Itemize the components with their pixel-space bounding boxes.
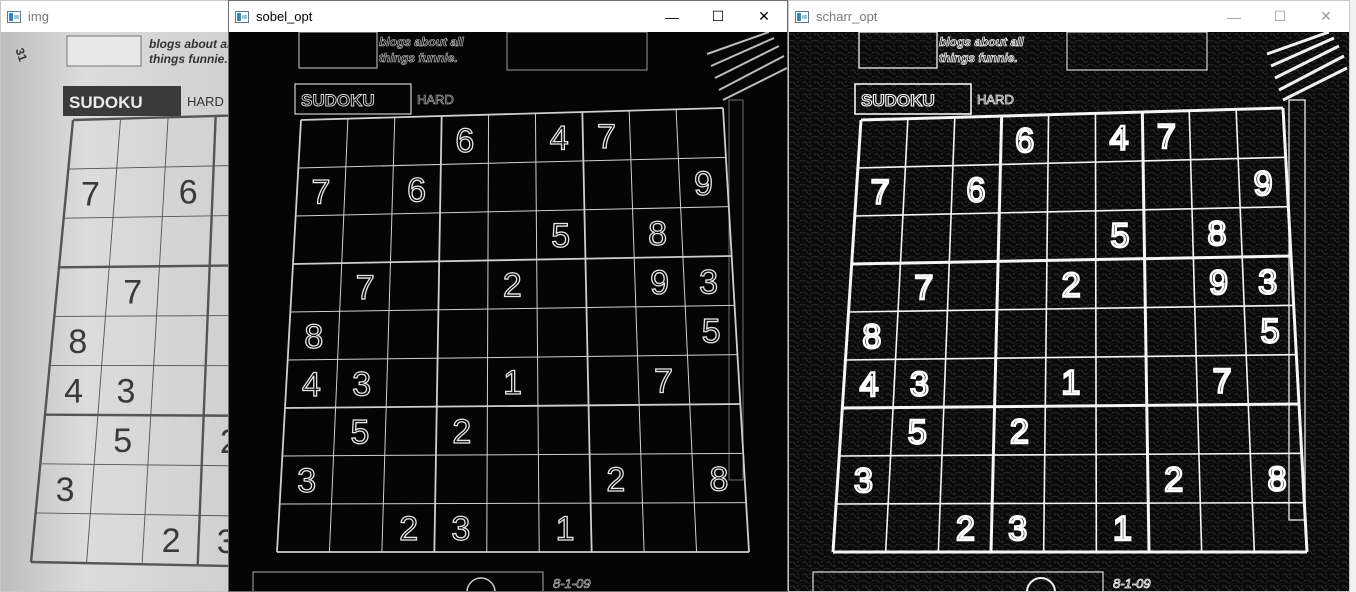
sudoku-digit: 5 xyxy=(551,217,570,255)
titlebar-sobel-opt[interactable]: sobel_opt — ☐ ✕ xyxy=(229,1,787,32)
window-title: sobel_opt xyxy=(256,9,313,24)
sudoku-digit: 3 xyxy=(451,510,470,548)
sudoku-digit: 8 xyxy=(68,323,87,361)
sudoku-digit: 8 xyxy=(304,318,323,356)
sudoku-digit: 3 xyxy=(854,462,873,500)
close-button[interactable]: ✕ xyxy=(741,1,787,32)
sudoku-digit: 5 xyxy=(1261,313,1280,351)
sudoku-digit: 3 xyxy=(56,471,75,509)
sudoku-digit: 2 xyxy=(452,413,471,451)
sudoku-digit: 6 xyxy=(407,171,426,209)
sudoku-digit: 7 xyxy=(356,269,375,307)
sudoku-digit: 7 xyxy=(123,274,142,312)
sudoku-digit: 4 xyxy=(1110,119,1129,157)
sudoku-digit: 5 xyxy=(113,422,132,460)
sudoku-digit: 7 xyxy=(1213,362,1232,400)
difficulty-label: HARD xyxy=(417,92,454,107)
sudoku-digit: 1 xyxy=(503,364,522,402)
sudoku-digit: 4 xyxy=(550,119,569,157)
date-label: 8-1-09 xyxy=(1113,576,1151,591)
window-title: scharr_opt xyxy=(816,9,878,24)
image-view-sobel: blogs about all things funnie. SUDOKU HA… xyxy=(229,32,787,591)
sudoku-digit: 6 xyxy=(967,171,986,209)
window-scharr-opt[interactable]: scharr_opt — ☐ ✕ blogs about all things … xyxy=(788,0,1350,592)
titlebar-scharr-opt[interactable]: scharr_opt — ☐ ✕ xyxy=(789,1,1349,32)
window-sobel-opt[interactable]: sobel_opt — ☐ ✕ blogs about all things f… xyxy=(228,0,788,592)
sudoku-digit: 7 xyxy=(914,269,933,307)
app-icon xyxy=(795,10,809,23)
sudoku-header: SUDOKU xyxy=(861,91,935,110)
sudoku-digit: 2 xyxy=(606,461,625,499)
sudoku-digit: 7 xyxy=(311,174,330,212)
blog-line-2: things funnie. xyxy=(149,52,228,66)
sudoku-header: SUDOKU xyxy=(301,91,375,110)
blog-line-1: blogs about all xyxy=(939,35,1024,49)
maximize-button[interactable]: ☐ xyxy=(1257,1,1303,32)
minimize-button[interactable]: — xyxy=(649,1,695,32)
sudoku-digit: 8 xyxy=(648,215,667,253)
difficulty-label: HARD xyxy=(977,92,1014,107)
sudoku-digit: 3 xyxy=(910,365,929,403)
titlebar-img[interactable]: img xyxy=(1,1,239,32)
app-icon xyxy=(7,10,21,23)
sudoku-digit: 1 xyxy=(1061,364,1080,402)
minimize-button[interactable]: — xyxy=(1211,1,1257,32)
sudoku-digit: 4 xyxy=(64,372,83,410)
blog-line-1: blogs about all xyxy=(379,35,464,49)
sudoku-digit: 8 xyxy=(709,460,728,498)
sudoku-digit: 6 xyxy=(179,174,198,212)
sudoku-digit: 8 xyxy=(1268,460,1287,498)
image-view-img: blogs about all things funnie. 31 SUDOKU… xyxy=(1,32,239,591)
app-icon xyxy=(235,10,249,23)
sudoku-digit: 3 xyxy=(297,462,316,500)
sudoku-digit: 4 xyxy=(302,366,321,404)
sudoku-digit: 9 xyxy=(694,165,713,203)
sudoku-digit: 2 xyxy=(956,510,975,548)
sudoku-digit: 7 xyxy=(654,362,673,400)
sudoku-digit: 3 xyxy=(117,373,136,411)
sudoku-digit: 5 xyxy=(702,313,721,351)
sudoku-digit: 7 xyxy=(1157,118,1176,156)
sudoku-digit: 9 xyxy=(1209,264,1228,302)
sudoku-digit: 3 xyxy=(1008,510,1027,548)
sudoku-digit: 5 xyxy=(351,414,370,452)
sudoku-digit: 1 xyxy=(1113,510,1132,548)
blog-line-2: things funnie. xyxy=(939,51,1018,65)
sudoku-digit: 5 xyxy=(1110,217,1129,255)
sudoku-digit: 2 xyxy=(1010,413,1029,451)
window-title: img xyxy=(28,9,49,24)
sudoku-digit: 2 xyxy=(162,522,181,560)
maximize-button[interactable]: ☐ xyxy=(695,1,741,32)
sudoku-digit: 2 xyxy=(1062,267,1081,305)
sudoku-digit: 1 xyxy=(556,510,575,548)
sudoku-digit: 8 xyxy=(862,318,881,356)
sudoku-digit: 8 xyxy=(1207,215,1226,253)
sudoku-digit: 4 xyxy=(860,366,879,404)
blog-line-2: things funnie. xyxy=(379,51,458,65)
sudoku-digit: 2 xyxy=(503,267,522,305)
grid-line-vertical xyxy=(1094,113,1098,553)
date-label: 8-1-09 xyxy=(553,576,591,591)
sudoku-digit: 3 xyxy=(1258,263,1277,301)
sudoku-digit: 9 xyxy=(1254,165,1273,203)
sudoku-digit: 9 xyxy=(650,264,669,302)
window-img[interactable]: img blogs about all things funnie. 31 SU… xyxy=(0,0,240,592)
close-button[interactable]: ✕ xyxy=(1303,1,1349,32)
sudoku-digit: 7 xyxy=(871,174,890,212)
sudoku-digit: 6 xyxy=(1015,122,1034,160)
sudoku-digit: 5 xyxy=(908,414,927,452)
sudoku-header: SUDOKU xyxy=(69,93,143,112)
image-view-scharr: blogs about all things funnie. SUDOKU HA… xyxy=(789,32,1349,591)
sudoku-digit: 3 xyxy=(352,365,371,403)
difficulty-label: HARD xyxy=(187,94,224,109)
sudoku-digit: 3 xyxy=(699,263,718,301)
sudoku-digit: 2 xyxy=(399,510,418,548)
sudoku-digit: 2 xyxy=(1164,461,1183,499)
sudoku-digit: 7 xyxy=(597,118,616,156)
sudoku-digit: 7 xyxy=(81,175,100,213)
sudoku-digit: 6 xyxy=(455,122,474,160)
blog-line-1: blogs about all xyxy=(149,37,234,51)
